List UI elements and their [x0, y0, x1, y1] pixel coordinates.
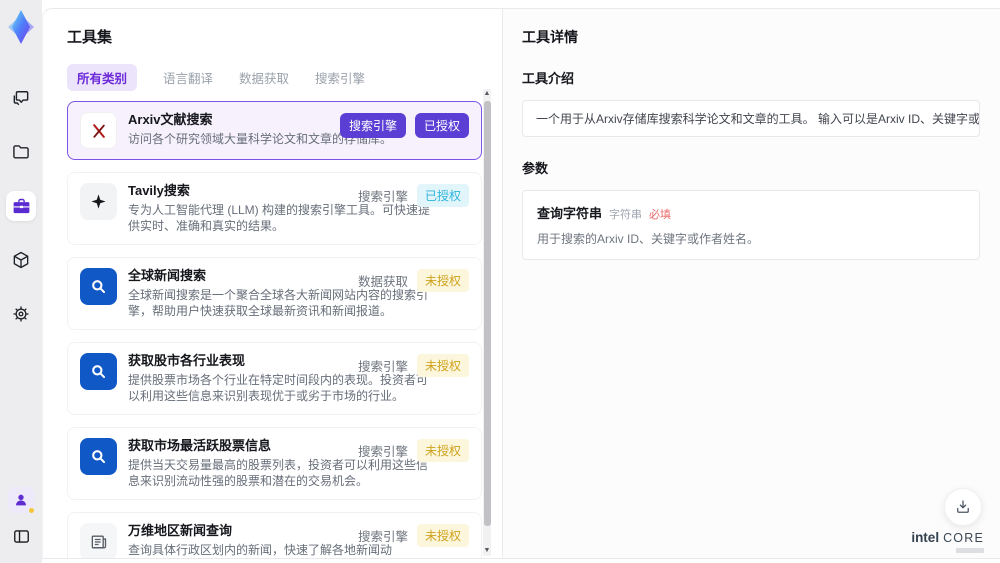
- tab-data-fetch[interactable]: 数据获取: [239, 68, 289, 87]
- tool-auth-badge: 未授权: [416, 269, 469, 292]
- detail-title: 工具详情: [522, 29, 578, 45]
- parameter-required-flag: 必填: [649, 209, 672, 221]
- arxiv-logo-icon: [80, 112, 117, 149]
- intel-core-sub-badge: [956, 548, 984, 553]
- intel-core-logo: intel core: [911, 530, 984, 553]
- folder-icon[interactable]: [6, 137, 36, 167]
- tool-card[interactable]: 获取市场最活跃股票信息 提供当天交易量最高的股票列表，投资者可以利用这些信息来识…: [67, 427, 482, 500]
- tool-tags: 搜索引擎 未授权: [358, 354, 469, 377]
- tab-all-categories[interactable]: 所有类别: [67, 64, 138, 91]
- tab-language-translation[interactable]: 语言翻译: [163, 68, 213, 87]
- parameter-name: 查询字符串: [537, 206, 603, 221]
- tool-card[interactable]: Arxiv文献搜索 访问各个研究领域大量科学论文和文章的存储库。 搜索引擎 已授…: [67, 101, 482, 160]
- scroll-up-arrow[interactable]: ▲: [483, 89, 491, 99]
- tool-auth-badge: 未授权: [416, 524, 469, 547]
- user-status-dot: [28, 507, 35, 514]
- tool-description: 查询具体行政区划内的新闻，快速了解各地新闻动: [128, 543, 393, 557]
- tool-list: Arxiv文献搜索 访问各个研究领域大量科学论文和文章的存储库。 搜索引擎 已授…: [67, 101, 482, 558]
- scroll-down-arrow[interactable]: ▼: [483, 546, 491, 556]
- tool-intro-text: 一个用于从Arxiv存储库搜索科学论文和文章的工具。 输入可以是Arxiv ID…: [522, 100, 980, 137]
- tool-auth-badge: 未授权: [416, 354, 469, 377]
- category-tabs: 所有类别 语言翻译 数据获取 搜索引擎: [67, 64, 502, 91]
- tool-category-tag: 搜索引擎: [339, 113, 406, 138]
- tool-category-tag: 搜索引擎: [357, 445, 408, 459]
- stock-search-icon: [80, 438, 117, 475]
- toolbox-icon[interactable]: [6, 191, 36, 221]
- parameter-card: 查询字符串 字符串 必填 用于搜索的Arxiv ID、关键字或作者姓名。: [522, 190, 980, 260]
- tab-search-engine[interactable]: 搜索引擎: [315, 68, 365, 87]
- tool-card[interactable]: 全球新闻搜索 全球新闻搜索是一个聚合全球各大新闻网站内容的搜索引擎，帮助用户快速…: [67, 257, 482, 330]
- list-scrollbar[interactable]: ▲ ▼: [483, 89, 491, 556]
- toolset-pane: 工具集 所有类别 语言翻译 数据获取 搜索引擎 Arxiv文献搜索 访问各个研究…: [43, 9, 502, 558]
- left-rail: [0, 0, 42, 563]
- scrollbar-thumb[interactable]: [483, 101, 491, 526]
- tool-name: 万维地区新闻查询: [128, 523, 233, 538]
- tool-tags: 搜索引擎 已授权: [339, 113, 469, 138]
- tool-category-tag: 搜索引擎: [357, 530, 408, 544]
- package-icon[interactable]: [6, 245, 36, 275]
- tool-card[interactable]: Tavily搜索 专为人工智能代理 (LLM) 构建的搜索引擎工具。可快速提供实…: [67, 172, 482, 245]
- tool-category-tag: 搜索引擎: [357, 190, 408, 204]
- sparkle-icon: [80, 183, 117, 220]
- download-button[interactable]: [944, 488, 982, 526]
- params-heading: 参数: [522, 161, 549, 176]
- tool-auth-badge: 已授权: [414, 113, 469, 138]
- intel-wordmark: intel: [911, 530, 940, 545]
- parameter-type: 字符串: [609, 209, 643, 221]
- intro-heading: 工具介绍: [522, 71, 575, 86]
- chat-icon[interactable]: [6, 83, 36, 113]
- core-wordmark: core: [943, 531, 984, 545]
- tool-tags: 数据获取 未授权: [358, 269, 469, 292]
- main-content: 工具集 所有类别 语言翻译 数据获取 搜索引擎 Arxiv文献搜索 访问各个研究…: [42, 8, 1000, 559]
- tool-detail-pane: 工具详情 工具介绍 一个用于从Arxiv存储库搜索科学论文和文章的工具。 输入可…: [502, 9, 1000, 558]
- newspaper-icon: [80, 523, 117, 558]
- user-icon[interactable]: [8, 487, 35, 514]
- collapse-sidebar-icon[interactable]: [6, 521, 36, 551]
- settings-icon[interactable]: [6, 299, 36, 329]
- tool-tags: 搜索引擎 未授权: [358, 524, 469, 547]
- download-icon: [954, 498, 972, 516]
- tool-auth-badge: 未授权: [416, 439, 469, 462]
- tool-card[interactable]: 万维地区新闻查询 查询具体行政区划内的新闻，快速了解各地新闻动 搜索引擎 未授权: [67, 512, 482, 558]
- app-logo: [4, 7, 38, 47]
- tool-tags: 搜索引擎 未授权: [358, 439, 469, 462]
- tool-card[interactable]: 获取股市各行业表现 提供股票市场各个行业在特定时间段内的表现。投资者可以利用这些…: [67, 342, 482, 415]
- tool-tags: 搜索引擎 已授权: [358, 184, 469, 207]
- page-title: 工具集: [67, 29, 113, 46]
- tool-auth-badge: 已授权: [416, 184, 469, 207]
- news-search-icon: [80, 268, 117, 305]
- tool-category-tag: 数据获取: [357, 275, 408, 289]
- sector-search-icon: [80, 353, 117, 390]
- parameter-description: 用于搜索的Arxiv ID、关键字或作者姓名。: [537, 232, 760, 246]
- tool-category-tag: 搜索引擎: [357, 360, 408, 374]
